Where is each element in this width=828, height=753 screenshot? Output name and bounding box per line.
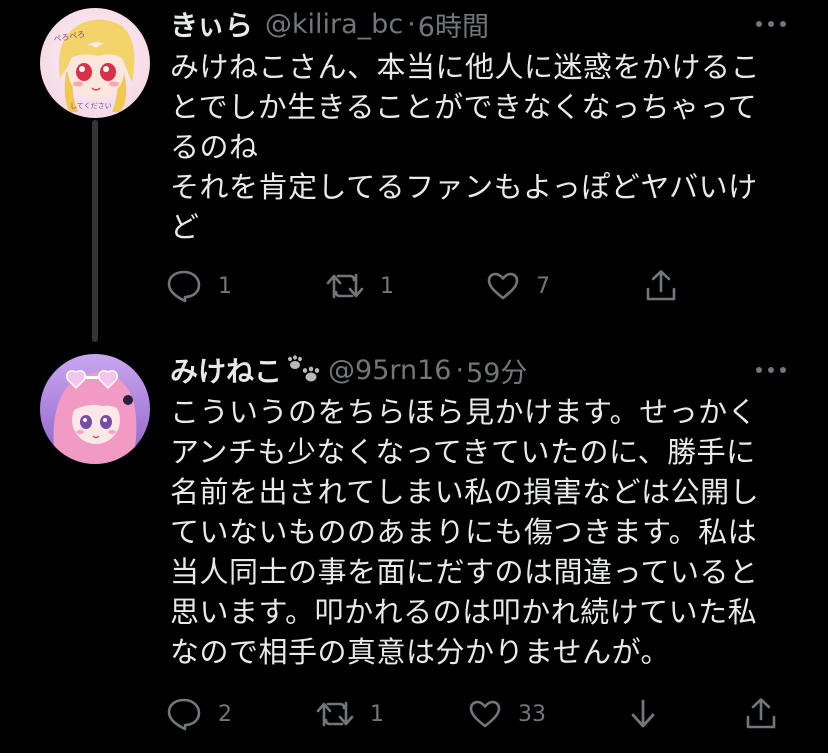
more-options-icon[interactable] — [754, 360, 788, 380]
display-name[interactable]: きぃら — [170, 4, 253, 44]
tweet-text: こういうのをちらほら見かけます。せっかく アンチも少なくなってきていたのに、勝手… — [170, 392, 770, 672]
downvote-button[interactable] — [628, 694, 658, 734]
thread-line — [92, 120, 98, 342]
more-options-icon[interactable] — [754, 14, 788, 34]
retweet-button[interactable]: 1 — [316, 694, 384, 734]
avatar-pink-hair-girl-icon — [40, 354, 150, 464]
tweet-text-line: ど — [170, 210, 200, 244]
tweet-header: きぃら @kilira_bc · 6時間 — [170, 4, 489, 44]
like-count: 7 — [536, 273, 550, 299]
reply-count: 1 — [218, 273, 232, 299]
tweet-actions: 1 1 7 — [166, 266, 786, 306]
avatar-caption-bottom: してください — [70, 102, 112, 110]
retweet-count: 1 — [370, 701, 384, 727]
tweet-text-line: それを肯定してるファンもよっぽどヤバいけ — [170, 170, 758, 204]
tweet-text-line: 名前を出されてしまい私の損害などは公開し — [170, 475, 760, 509]
share-icon — [646, 270, 676, 301]
retweet-icon — [326, 273, 364, 299]
handle[interactable]: @95rn16 — [328, 355, 451, 386]
tweet-text-line: ていないもののあまりにも傷つきます。私は — [170, 515, 758, 549]
tweet[interactable]: ぺろぺろ してください きぃら @kilira_bc · 6時間 みけねこさん、… — [0, 0, 828, 342]
timestamp[interactable]: 6時間 — [418, 5, 489, 44]
tweet-text-line: アンチも少なくなってきていたのに、勝手に — [170, 435, 756, 469]
tweet-text-line: とでしか生きることができなくなっちゃって — [170, 90, 758, 124]
heart-icon — [487, 272, 519, 300]
tweet-text-line: みけねこさん、本当に他人に迷惑をかけるこ — [170, 50, 761, 84]
tweet-text-line: 思います。叩かれるのは叩かれ続けていた私 — [170, 595, 758, 629]
like-count: 33 — [518, 701, 546, 727]
tweet-text-line: 当人同士の事を面にだすのは間違っていると — [170, 555, 759, 589]
separator: · — [455, 354, 465, 386]
like-button[interactable]: 7 — [486, 266, 550, 306]
tweet-text-line: るのね — [170, 130, 259, 164]
tweet-text: みけねこさん、本当に他人に迷惑をかけるこ とでしか生きることができなくなっちゃっ… — [170, 47, 770, 247]
like-button[interactable]: 33 — [468, 694, 546, 734]
retweet-count: 1 — [380, 273, 394, 299]
reply-button[interactable]: 2 — [166, 694, 232, 734]
avatar-blonde-girl-icon: ぺろぺろ してください — [40, 8, 150, 118]
handle[interactable]: @kilira_bc — [265, 9, 403, 40]
timestamp[interactable]: 59分 — [466, 351, 527, 390]
avatar[interactable] — [40, 354, 150, 464]
share-icon — [746, 698, 776, 729]
reply-icon — [167, 270, 201, 303]
display-name[interactable]: みけねこ — [170, 350, 282, 390]
tweet-text-line: こういうのをちらほら見かけます。せっかく — [170, 395, 758, 429]
reply-icon — [167, 698, 201, 731]
tweet-text-line: なので相手の真意は分かりませんが。 — [170, 635, 671, 669]
retweet-button[interactable]: 1 — [326, 266, 394, 306]
tweet-header: みけねこ @95rn16 · 59分 — [170, 350, 527, 390]
heart-icon — [469, 700, 501, 728]
avatar[interactable]: ぺろぺろ してください — [40, 8, 150, 118]
reply-button[interactable]: 1 — [166, 266, 232, 306]
retweet-icon — [316, 701, 354, 727]
paw-prints-icon — [288, 355, 320, 382]
arrow-down-icon — [631, 699, 655, 728]
tweet-actions: 2 1 33 — [166, 694, 786, 734]
tweet[interactable]: みけねこ @95rn16 · 59分 こういうのをちらほら見かけます。せっかく … — [0, 336, 828, 753]
share-button[interactable] — [644, 266, 678, 306]
share-button[interactable] — [744, 694, 778, 734]
reply-count: 2 — [218, 701, 232, 727]
separator: · — [407, 8, 416, 40]
